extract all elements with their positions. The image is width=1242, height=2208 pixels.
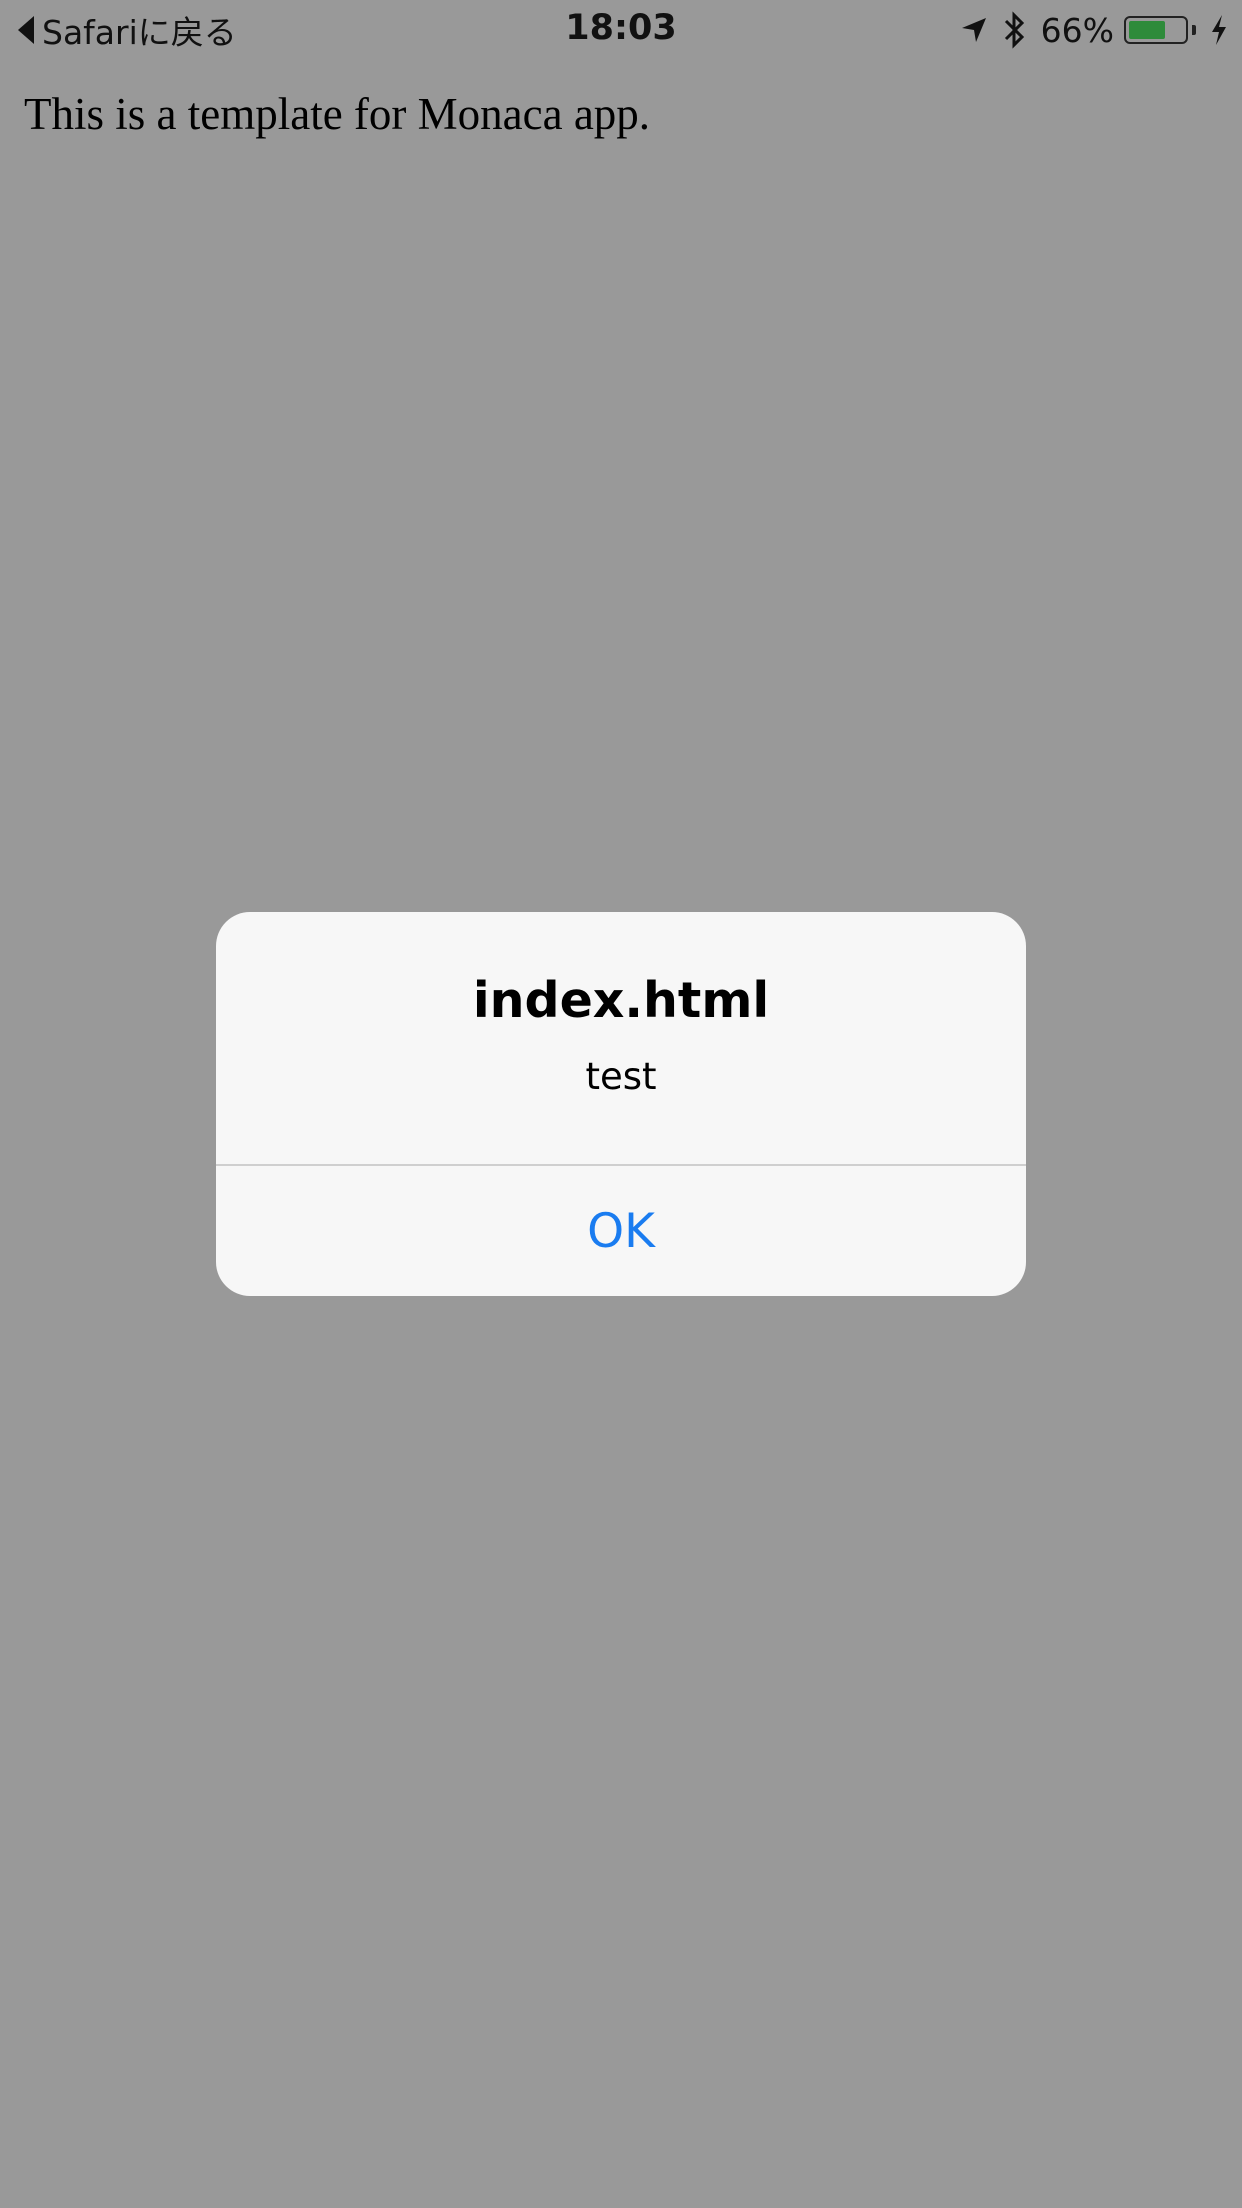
alert-ok-button[interactable]: OK (216, 1166, 1026, 1296)
back-chevron-icon (18, 16, 34, 44)
status-indicators: 66% (959, 8, 1228, 52)
battery-fill (1129, 21, 1165, 39)
alert-message: test (585, 1055, 657, 1098)
back-link-label: Safariに戻る (42, 13, 237, 52)
location-arrow-icon (959, 15, 989, 45)
page-body-text: This is a template for Monaca app. (24, 89, 651, 139)
bluetooth-icon (1003, 11, 1027, 49)
alert-title: index.html (472, 972, 770, 1029)
battery-icon (1124, 16, 1188, 44)
charging-bolt-icon (1210, 14, 1228, 46)
back-to-safari-link[interactable]: Safariに戻る (18, 8, 237, 52)
battery-cap (1192, 25, 1196, 35)
alert-content: index.html test (216, 912, 1026, 1164)
battery-percent: 66% (1040, 10, 1114, 50)
status-bar: Safariに戻る 18:03 66% (0, 0, 1242, 60)
alert-dialog: index.html test OK (216, 912, 1026, 1296)
